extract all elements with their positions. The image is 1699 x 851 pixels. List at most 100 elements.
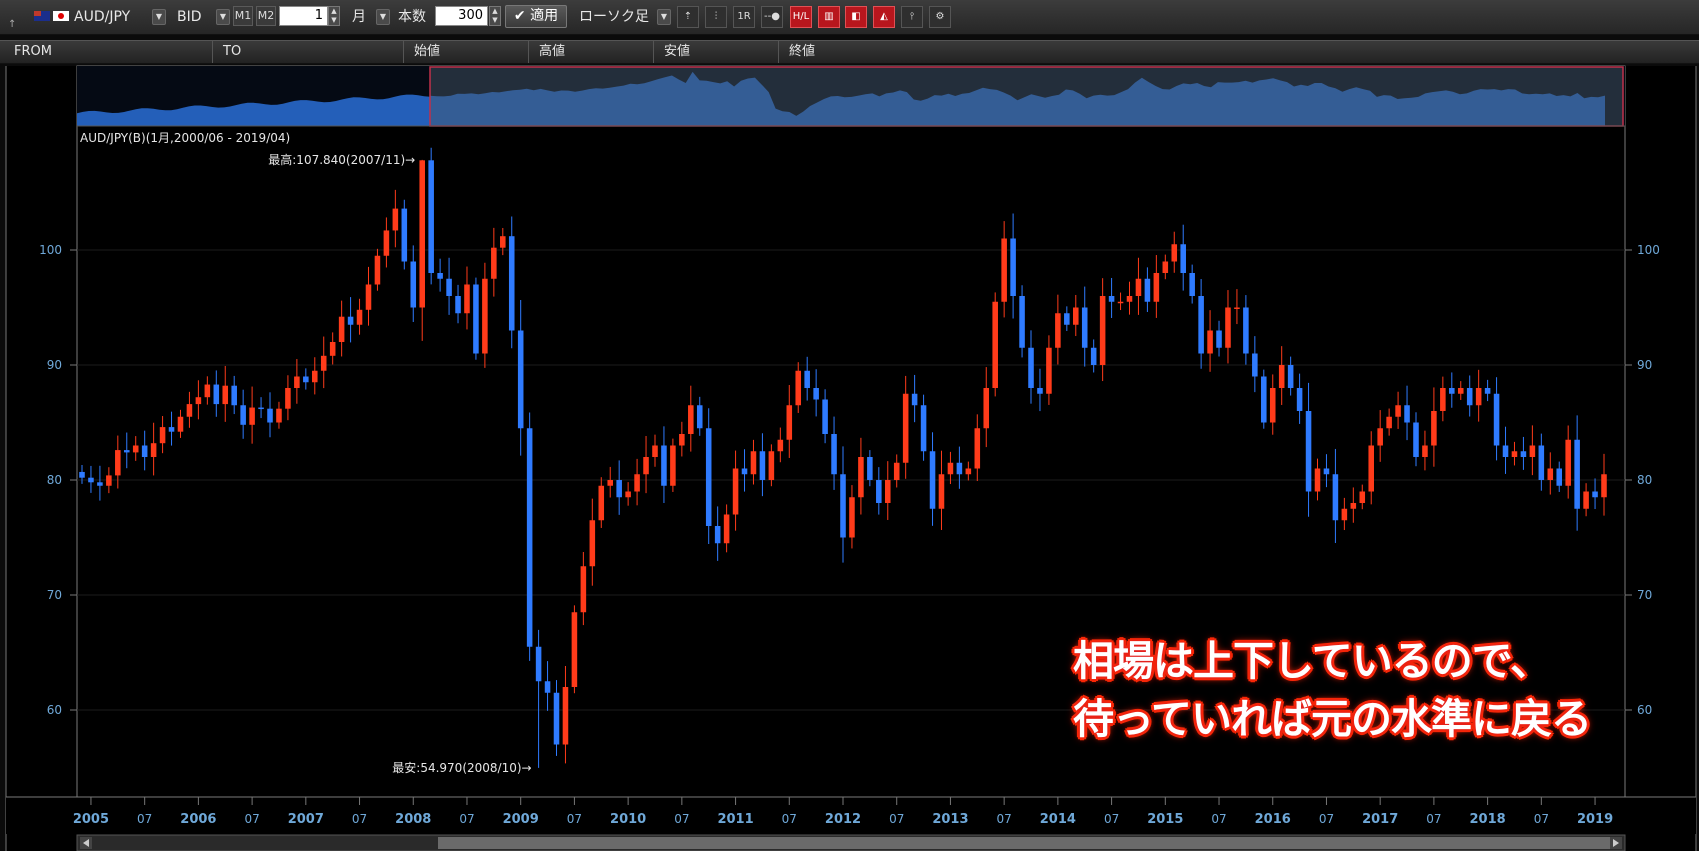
candle-body	[186, 404, 193, 417]
candle-body	[1108, 296, 1115, 302]
candle-body	[1171, 244, 1178, 262]
candle-body	[374, 255, 381, 285]
candle-body	[97, 482, 103, 486]
candle-body	[1189, 273, 1195, 296]
candle-body	[365, 284, 372, 310]
y-tick-label-left: 70	[47, 588, 62, 602]
candle-body	[759, 451, 766, 480]
candle-body	[911, 393, 918, 406]
candle-body	[1162, 261, 1169, 273]
candle-body	[168, 427, 175, 432]
x-tick-label: 2017	[1362, 812, 1398, 827]
candle-body	[661, 445, 667, 486]
candle-body	[303, 376, 309, 383]
x-tick-label: 2005	[73, 812, 109, 827]
chart-title: AUD/JPY(B)(1月,2000/06 - 2019/04)	[80, 131, 290, 145]
candle-body	[741, 468, 748, 475]
candle-body	[338, 316, 345, 342]
candle-body	[893, 462, 900, 480]
y-tick-label-right: 60	[1637, 703, 1652, 717]
candle-body	[204, 384, 211, 398]
candle-body	[231, 385, 237, 406]
x-tick-label: 07	[1534, 812, 1549, 826]
candle-body	[383, 230, 390, 256]
scrollbar-thumb[interactable]	[438, 837, 1621, 849]
candle-body	[240, 405, 246, 425]
candle-body	[464, 284, 470, 314]
candle-body	[294, 376, 300, 388]
caption-line-2: 待っていれば元の水準に戻る	[1073, 695, 1592, 743]
candle-body	[1064, 313, 1070, 325]
candle-body	[392, 208, 399, 231]
candle-body	[965, 468, 972, 475]
y-tick-label-right: 80	[1637, 473, 1652, 487]
candle-body	[437, 273, 443, 279]
candle-body	[482, 278, 488, 354]
candle-body	[705, 428, 712, 526]
candle-body	[1019, 296, 1025, 348]
candle-body	[1511, 451, 1518, 457]
candle-body	[1225, 307, 1231, 348]
candle-body	[732, 468, 739, 515]
candle-body	[1046, 347, 1052, 394]
candle-body	[1529, 445, 1536, 457]
candle-body	[1198, 296, 1204, 354]
candle-body	[580, 566, 587, 613]
candle-body	[983, 388, 990, 429]
candle-body	[938, 474, 945, 509]
candle-body	[1493, 393, 1500, 446]
candle-body	[1404, 405, 1410, 423]
candle-body	[1449, 388, 1455, 394]
candle-body	[115, 450, 121, 476]
candle-body	[1234, 307, 1240, 309]
candle-body	[956, 462, 963, 475]
overview-navigator[interactable]	[77, 66, 1625, 127]
candle-body	[822, 399, 828, 434]
candle-body	[795, 370, 802, 406]
overview-selection[interactable]	[429, 66, 1624, 127]
candle-body	[1207, 330, 1213, 354]
candle-body	[1368, 445, 1374, 492]
candle-body	[858, 457, 864, 498]
candle-body	[813, 388, 819, 400]
candle-body	[1314, 468, 1321, 492]
candle-body	[320, 355, 327, 371]
candle-body	[123, 450, 130, 453]
candle-body	[141, 445, 148, 457]
candle-body	[419, 160, 425, 308]
x-tick-label: 2009	[503, 812, 539, 827]
candle-body	[535, 646, 542, 682]
x-tick-label: 07	[244, 812, 259, 826]
candle-body	[1440, 388, 1446, 411]
candle-body	[571, 612, 578, 687]
x-tick-label: 2016	[1255, 812, 1291, 827]
candle-body	[652, 445, 658, 457]
candle-body	[902, 393, 909, 463]
horizontal-scrollbar[interactable]	[76, 834, 1626, 851]
candle-body	[410, 261, 417, 308]
candle-body	[347, 316, 354, 325]
candle-body	[1386, 416, 1392, 429]
x-tick-label: 2014	[1040, 812, 1076, 827]
candle-body	[1377, 428, 1383, 446]
candle-body	[1001, 238, 1007, 302]
candle-body	[1010, 238, 1016, 296]
candle-body	[1278, 365, 1285, 388]
candle-body	[1243, 307, 1249, 354]
candle-body	[562, 687, 569, 745]
candle-body	[634, 474, 640, 492]
y-tick-label-left: 100	[39, 243, 62, 257]
x-tick-label: 2013	[932, 812, 968, 827]
candle-body	[276, 408, 282, 423]
x-tick-label: 07	[889, 812, 904, 826]
x-tick-label: 2011	[717, 812, 753, 827]
y-tick-label-right: 90	[1637, 358, 1652, 372]
candle-body	[553, 692, 560, 745]
caption-line-1: 相場は上下しているので、	[1073, 637, 1551, 685]
candle-body	[1126, 296, 1133, 302]
candle-body	[723, 514, 730, 544]
candle-body	[473, 284, 479, 354]
candle-body	[831, 434, 837, 475]
x-tick-label: 07	[459, 812, 474, 826]
candle-body	[1135, 278, 1142, 296]
